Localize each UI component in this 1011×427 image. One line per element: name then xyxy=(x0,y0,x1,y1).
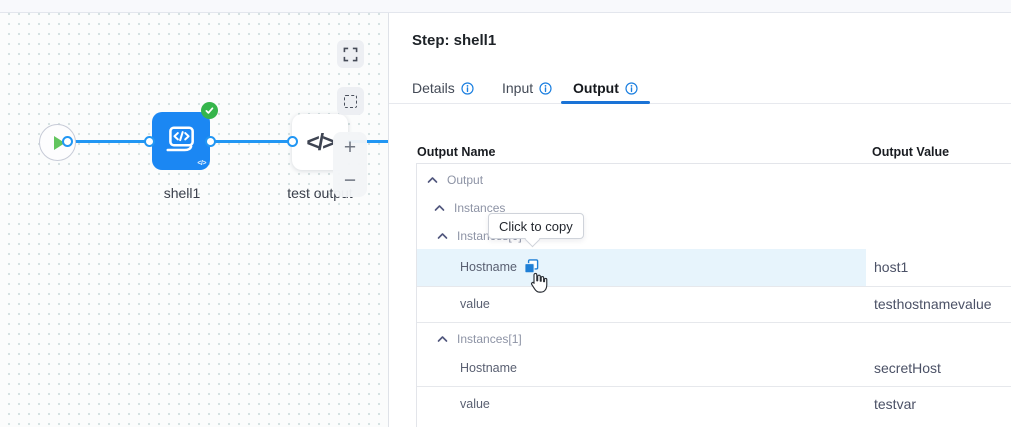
group-label: Instances[1] xyxy=(457,332,522,346)
hand-cursor-icon xyxy=(527,271,548,294)
node-shell1[interactable]: </> xyxy=(152,112,210,170)
output-value-host1[interactable]: host1 xyxy=(874,259,908,275)
info-icon xyxy=(625,82,638,95)
row-divider xyxy=(417,386,1011,387)
success-badge xyxy=(201,102,218,119)
header-divider xyxy=(416,163,1011,164)
output-value-testvar[interactable]: testvar xyxy=(874,396,916,412)
tab-details-label: Details xyxy=(412,80,455,96)
table-left-border xyxy=(416,163,417,427)
check-icon xyxy=(204,105,215,116)
group-row-instances-1[interactable]: Instances[1] xyxy=(437,332,522,346)
output-value-testhostnamevalue[interactable]: testhostnamevalue xyxy=(874,296,992,312)
connector-shell1-out[interactable] xyxy=(205,136,216,147)
connector-start-out[interactable] xyxy=(62,136,73,147)
output-name-hostname: Hostname xyxy=(460,260,517,274)
tab-output-label: Output xyxy=(573,80,619,96)
output-name-value: value xyxy=(460,297,490,311)
tab-input-label: Input xyxy=(502,80,533,96)
tab-input[interactable]: Input xyxy=(502,75,552,101)
row-divider xyxy=(417,322,1011,323)
group-label: Output xyxy=(447,173,483,187)
step-panel: Step: shell1 Details Input Output xyxy=(389,13,1011,427)
panel-title: Step: shell1 xyxy=(412,32,496,49)
group-row-output[interactable]: Output xyxy=(427,173,483,187)
copy-tooltip-text: Click to copy xyxy=(499,219,573,234)
app-screen: </> shell1 </> test output + − Step: she… xyxy=(0,0,1011,427)
active-tab-indicator xyxy=(561,101,650,104)
connector-test-in[interactable] xyxy=(287,136,298,147)
zoom-out-button[interactable]: − xyxy=(333,165,367,198)
column-header-output-value: Output Value xyxy=(872,145,949,159)
fullscreen-icon xyxy=(343,47,358,62)
fullscreen-button[interactable] xyxy=(337,40,364,68)
output-name-value-2: value xyxy=(460,397,490,411)
workflow-canvas[interactable]: </> shell1 </> test output + − xyxy=(0,13,389,427)
tabs-divider xyxy=(389,103,1011,104)
zoom-in-button[interactable]: + xyxy=(333,132,367,165)
code-icon: </> xyxy=(306,129,333,156)
tab-details[interactable]: Details xyxy=(412,75,474,101)
shell-script-icon xyxy=(163,123,199,159)
marquee-select-button[interactable] xyxy=(337,87,364,115)
connector-shell1-in[interactable] xyxy=(144,136,155,147)
collapse-icon[interactable] xyxy=(427,176,438,184)
output-name-hostname-2: Hostname xyxy=(460,361,517,375)
zoom-controls: + − xyxy=(333,132,367,197)
tooltip-caret xyxy=(525,231,541,247)
info-icon xyxy=(461,82,474,95)
row-divider xyxy=(417,286,1011,287)
node-label-shell1: shell1 xyxy=(146,185,218,201)
tab-output[interactable]: Output xyxy=(573,75,638,101)
copy-tooltip: Click to copy xyxy=(488,213,584,239)
collapse-icon[interactable] xyxy=(437,232,448,240)
marquee-icon xyxy=(344,95,357,108)
code-icon: </> xyxy=(197,160,206,167)
info-icon xyxy=(539,82,552,95)
collapse-icon[interactable] xyxy=(434,204,445,212)
collapse-icon[interactable] xyxy=(437,335,448,343)
top-strip xyxy=(0,0,1011,13)
column-header-output-name: Output Name xyxy=(417,145,495,159)
output-value-secrethost[interactable]: secretHost xyxy=(874,360,941,376)
